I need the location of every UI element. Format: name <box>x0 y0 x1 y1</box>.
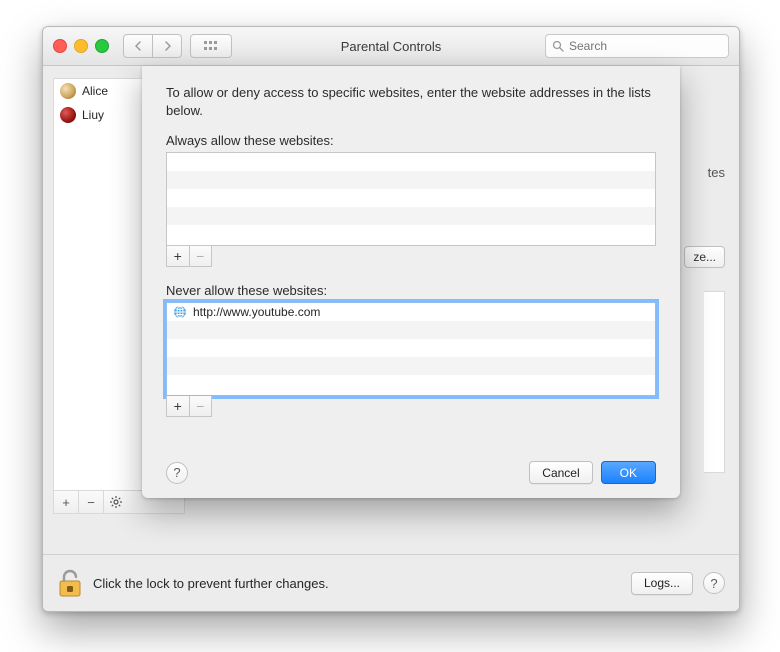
ok-button[interactable]: OK <box>601 461 656 484</box>
deny-add-button[interactable]: + <box>167 396 189 416</box>
minimize-window-button[interactable] <box>74 39 88 53</box>
cancel-button[interactable]: Cancel <box>529 461 592 484</box>
window-controls <box>53 39 109 53</box>
deny-url: http://www.youtube.com <box>193 305 320 319</box>
titlebar: Parental Controls <box>43 27 739 66</box>
lock-text: Click the lock to prevent further change… <box>93 576 329 591</box>
deny-label: Never allow these websites: <box>166 283 656 298</box>
chevron-left-icon <box>134 41 143 51</box>
close-window-button[interactable] <box>53 39 67 53</box>
customize-button[interactable]: ze... <box>684 246 725 268</box>
grid-icon <box>204 41 218 51</box>
allow-list[interactable] <box>166 152 656 246</box>
lock-row: Click the lock to prevent further change… <box>43 554 739 611</box>
allow-label: Always allow these websites: <box>166 133 656 148</box>
remove-user-button[interactable]: − <box>78 491 103 513</box>
chevron-right-icon <box>163 41 172 51</box>
sidebar-actions-button[interactable] <box>103 491 128 513</box>
nav-segmented <box>123 34 182 58</box>
obscured-label: tes <box>708 165 725 180</box>
deny-list-controls: + − <box>166 396 212 417</box>
sheet-description: To allow or deny access to specific webs… <box>166 84 656 119</box>
back-button[interactable] <box>124 35 152 57</box>
show-all-button[interactable] <box>190 34 232 58</box>
allow-add-button[interactable]: + <box>167 246 189 266</box>
search-icon <box>552 40 564 52</box>
logs-button[interactable]: Logs... <box>631 572 693 595</box>
preferences-window: Parental Controls Alice Liuy + − tes ze.… <box>42 26 740 612</box>
search-input[interactable] <box>569 39 724 53</box>
website-restrictions-sheet: To allow or deny access to specific webs… <box>142 66 680 498</box>
search-field[interactable] <box>545 34 729 58</box>
allow-list-controls: + − <box>166 246 212 267</box>
lock-open-icon[interactable] <box>57 568 83 598</box>
sheet-help-button[interactable]: ? <box>166 462 188 484</box>
sidebar-item-label: Liuy <box>82 108 104 122</box>
add-user-button[interactable]: + <box>54 491 78 513</box>
sidebar-item-label: Alice <box>82 84 108 98</box>
sheet-footer: ? Cancel OK <box>166 461 656 484</box>
gear-icon <box>109 495 123 509</box>
avatar <box>60 83 76 99</box>
obscured-listbox <box>704 291 725 473</box>
help-button[interactable]: ? <box>703 572 725 594</box>
avatar <box>60 107 76 123</box>
deny-list-item[interactable]: http://www.youtube.com <box>167 303 655 321</box>
allow-remove-button[interactable]: − <box>189 246 212 266</box>
globe-icon <box>173 305 187 319</box>
deny-remove-button[interactable]: − <box>189 396 212 416</box>
zoom-window-button[interactable] <box>95 39 109 53</box>
forward-button[interactable] <box>152 35 181 57</box>
deny-list[interactable]: http://www.youtube.com <box>166 302 656 396</box>
